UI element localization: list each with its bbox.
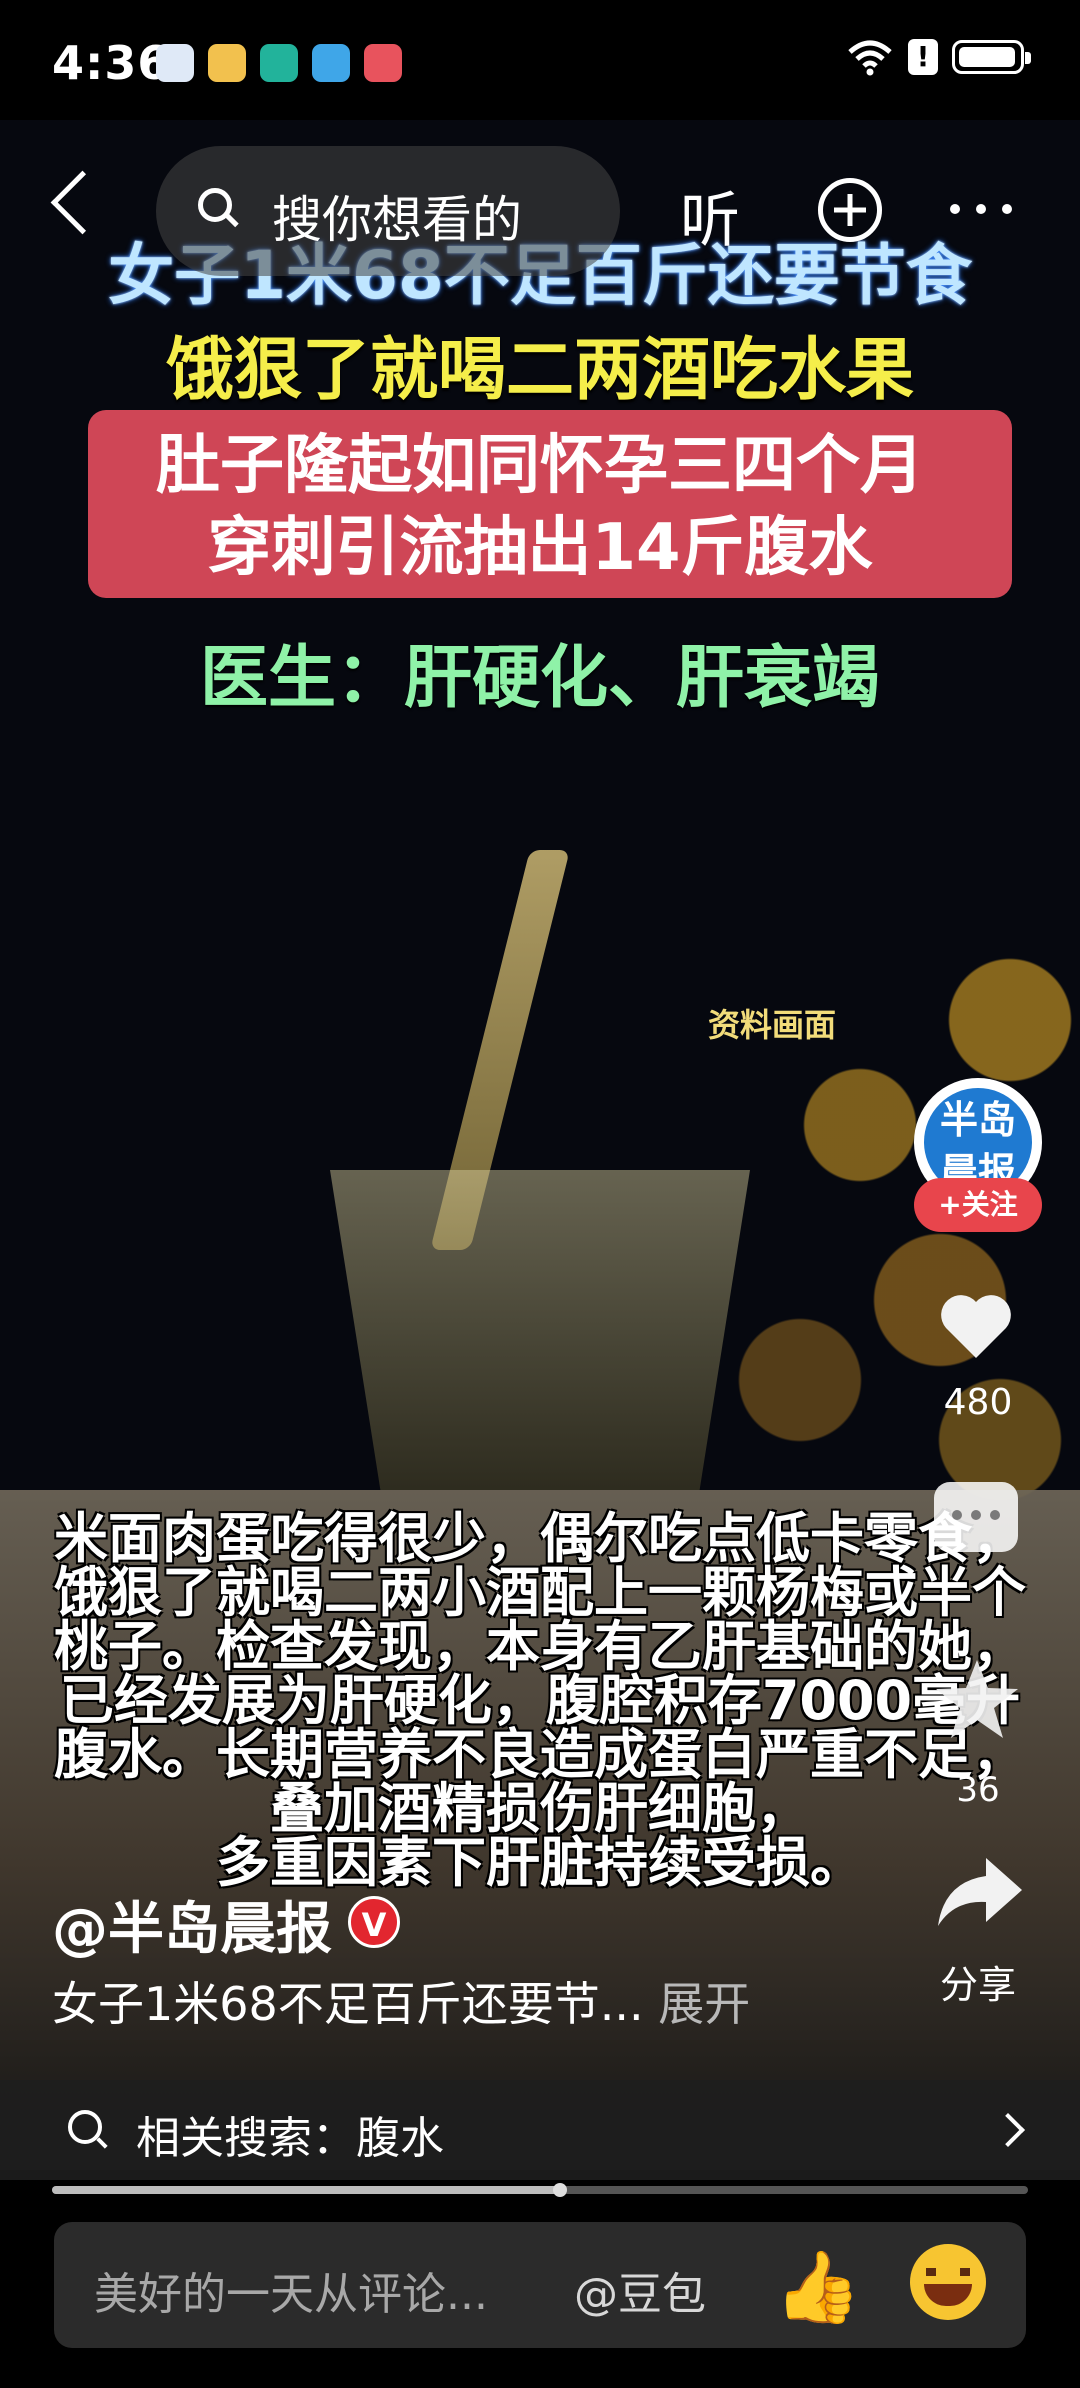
author-name[interactable]: @半岛晨报 — [52, 1884, 332, 1965]
follow-button[interactable]: +关注 — [914, 1178, 1042, 1232]
comment-input[interactable]: 美好的一天从评论... @豆包 👍 — [54, 2222, 1026, 2348]
comment-placeholder: 美好的一天从评论... — [94, 2269, 488, 2320]
thumbs-up-emoji-button[interactable]: 👍 — [774, 2246, 861, 2329]
description-text: 女子1米68不足百斤还要节... — [52, 1977, 644, 2031]
expand-link[interactable]: 展开 — [658, 1977, 750, 2031]
chevron-right-icon — [991, 2113, 1025, 2147]
search-icon — [198, 188, 232, 222]
comment-bar: 美好的一天从评论... @豆包 👍 — [0, 2200, 1080, 2388]
more-icon[interactable] — [950, 204, 1012, 214]
glass-image — [330, 1170, 750, 1490]
related-search-icon — [68, 2110, 102, 2144]
star-icon[interactable] — [934, 1656, 1020, 1742]
video-headline-4: 医生：肝硬化、肝衰竭 — [199, 639, 880, 718]
search-placeholder: 搜你想看的 — [272, 191, 522, 249]
red-app-icon — [364, 44, 402, 82]
heart-icon[interactable] — [936, 1286, 1016, 1366]
mention-doubao[interactable]: @豆包 — [574, 2258, 706, 2322]
laughing-emoji-icon[interactable] — [910, 2244, 986, 2320]
video-headline-2: 饿狠了就喝二两酒吃水果 — [165, 331, 914, 410]
status-bar: 4:36 ! — [0, 0, 1080, 120]
like-count: 480 — [943, 1382, 1013, 1423]
playback-progress-bar[interactable] — [52, 2183, 1028, 2197]
video-headline-3a: 肚子隆起如同怀孕三四个月 — [156, 429, 924, 503]
share-label[interactable]: 分享 — [920, 1954, 1036, 2009]
video-headline-3b: 穿刺引流抽出14斤腹水 — [207, 511, 873, 585]
weibo-app-icon — [208, 44, 246, 82]
related-search-label: 相关搜索：腹水 — [136, 2113, 444, 2164]
wifi-icon — [848, 40, 892, 76]
battery-icon — [952, 40, 1031, 74]
shield-app-icon — [260, 44, 298, 82]
archive-footage-caption: 资料画面 — [708, 1006, 837, 1044]
verified-badge: V — [348, 1896, 400, 1948]
status-time: 4:36 — [52, 36, 171, 90]
baidu-app-icon — [156, 44, 194, 82]
post-description[interactable]: 女子1米68不足百斤还要节... 展开 — [52, 1968, 750, 2034]
video-headline-3: 肚子隆起如同怀孕三四个月 穿刺引流抽出14斤腹水 — [0, 425, 1080, 589]
progress-fill — [52, 2186, 560, 2194]
progress-knob[interactable] — [552, 2183, 567, 2197]
favorite-count: 36 — [956, 1770, 1000, 1810]
video-subtitle-text: 米面肉蛋吃得很少，偶尔吃点低卡零食， 饿狠了就喝二两小酒配上一颗杨梅或半个 桃子… — [54, 1507, 1026, 1894]
browser-app-icon — [312, 44, 350, 82]
status-icons: ! — [846, 38, 1031, 76]
search-bar[interactable]: 搜你想看的 — [156, 146, 620, 276]
share-icon[interactable] — [934, 1852, 1024, 1932]
alert-icon: ! — [908, 39, 938, 75]
add-icon[interactable] — [818, 178, 882, 242]
listen-button[interactable]: 听 — [680, 172, 740, 259]
related-search-bar[interactable]: 相关搜索：腹水 — [0, 2080, 1080, 2180]
comment-icon[interactable] — [934, 1482, 1018, 1552]
